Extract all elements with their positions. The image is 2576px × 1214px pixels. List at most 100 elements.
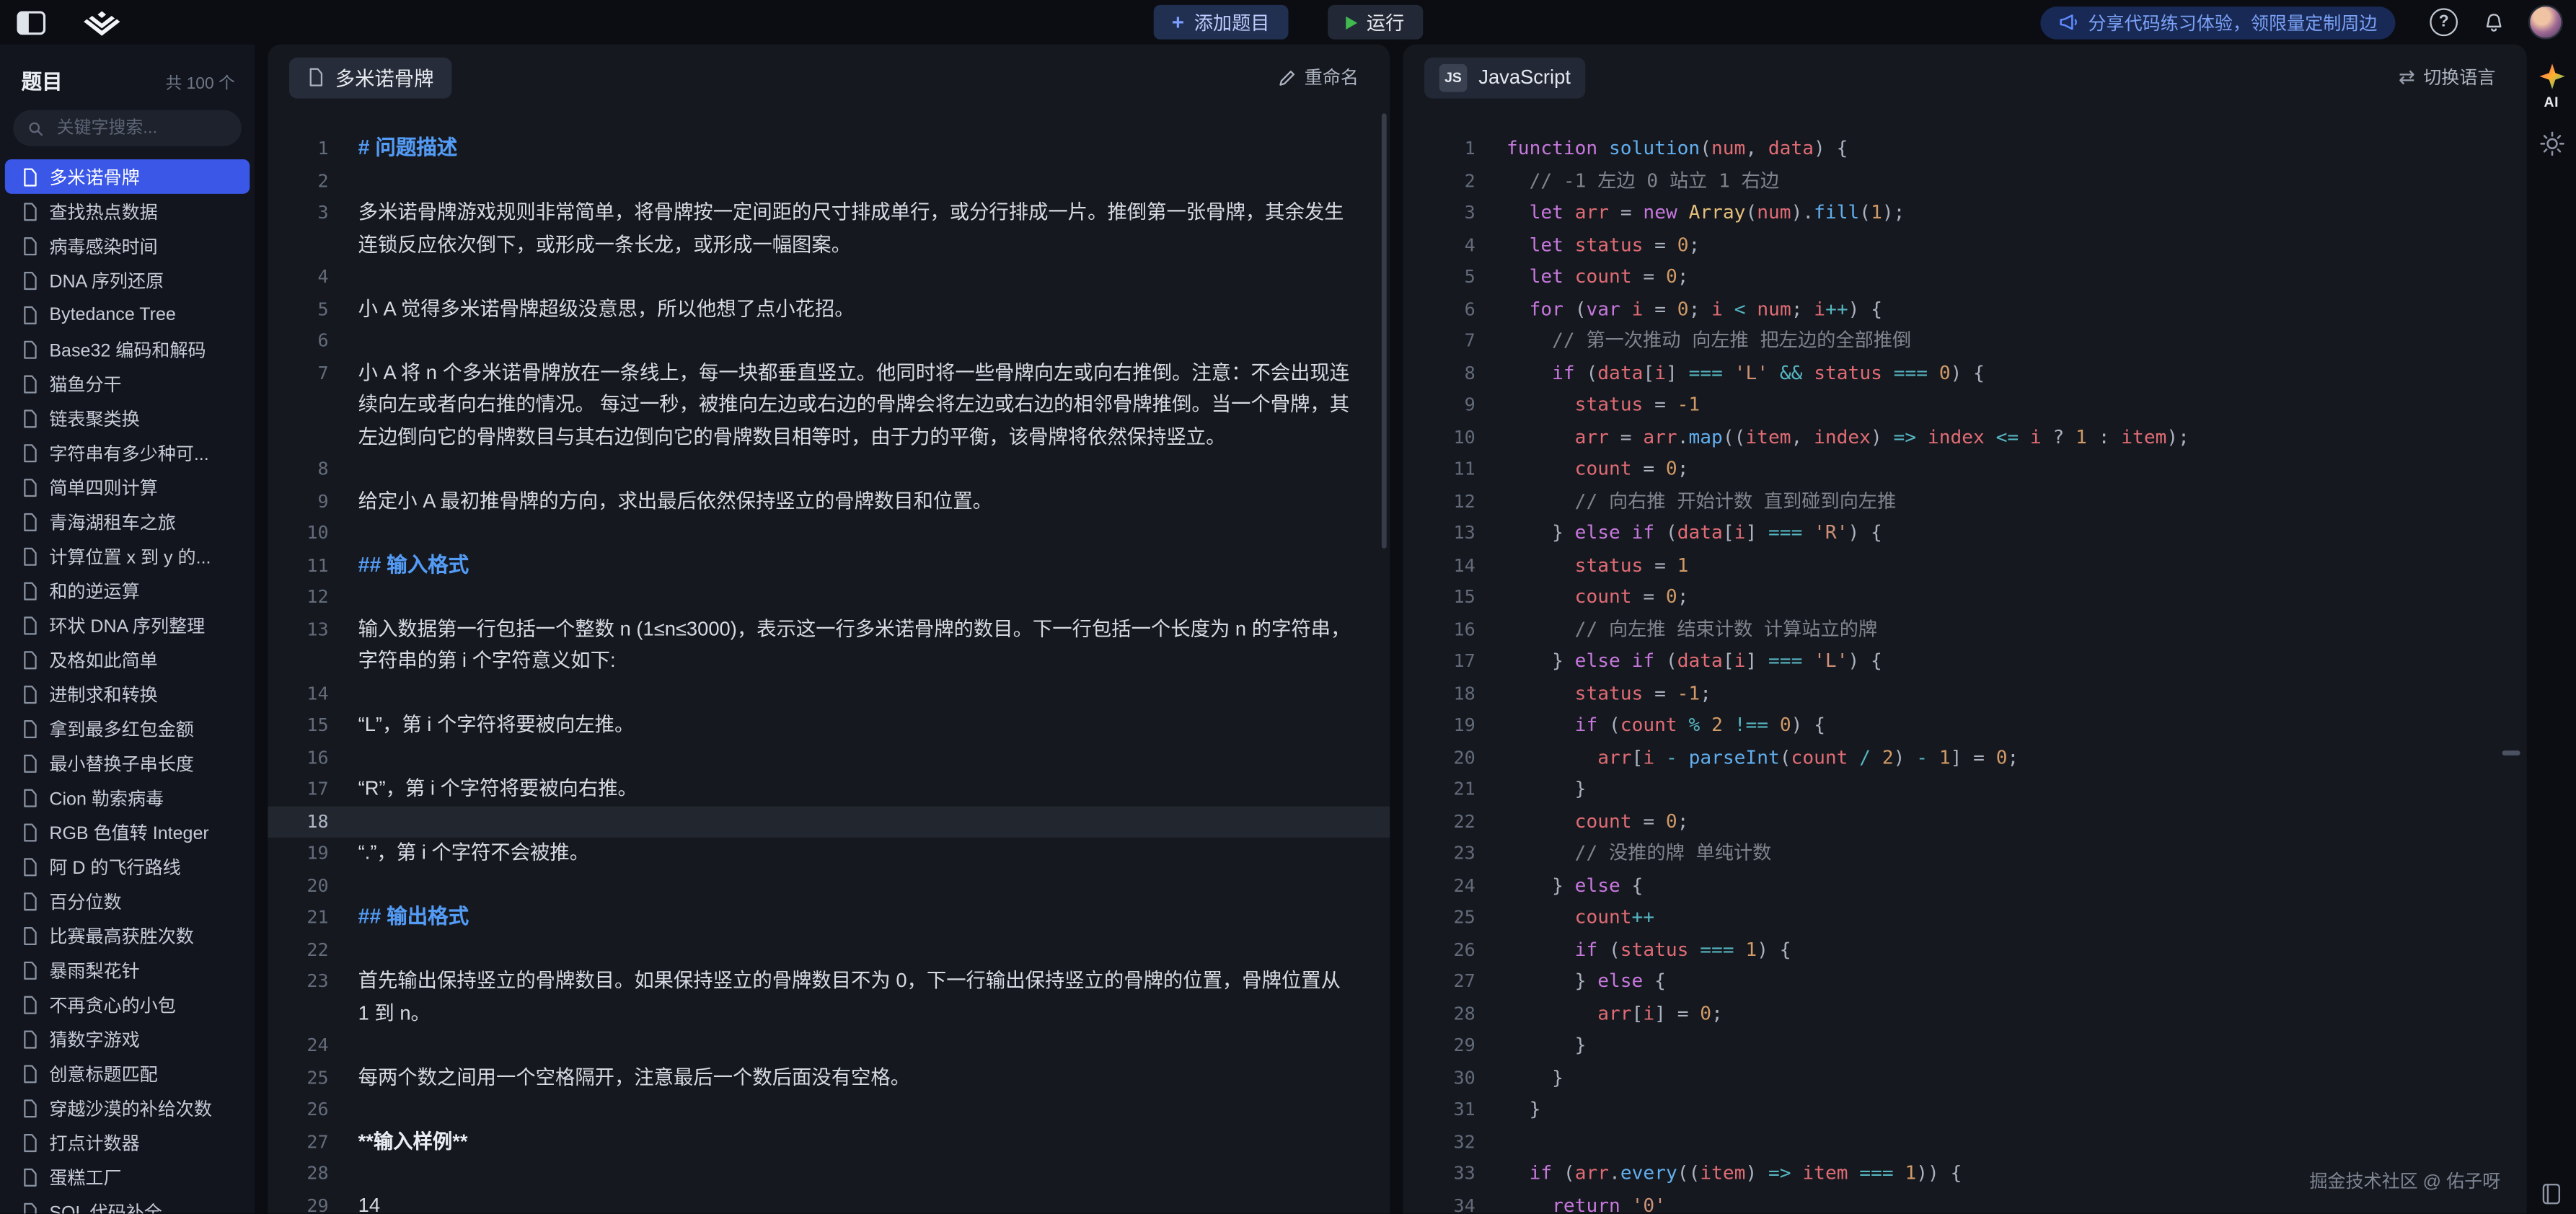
- sidebar-item[interactable]: 比赛最高获胜次数: [5, 918, 250, 952]
- code-row[interactable]: 22 count = 0;: [1403, 805, 2526, 837]
- description-row[interactable]: 12: [268, 581, 1390, 613]
- code-row[interactable]: 16 // 向左推 结束计数 计算站立的牌: [1403, 613, 2526, 645]
- sidebar-item[interactable]: 打点计数器: [5, 1125, 250, 1159]
- code-row[interactable]: 14 status = 1: [1403, 549, 2526, 581]
- sidebar-item[interactable]: 阿 D 的飞行路线: [5, 849, 250, 884]
- code-row[interactable]: 17 } else if (data[i] === 'L') {: [1403, 645, 2526, 677]
- description-row[interactable]: 25每两个数之间用一个空格隔开，注意最后一个数后面没有空格。: [268, 1062, 1390, 1094]
- sidebar-item[interactable]: 不再贪心的小包: [5, 987, 250, 1022]
- sidebar-item[interactable]: RGB 色值转 Integer: [5, 815, 250, 849]
- sidebar-item[interactable]: 蛋糕工厂: [5, 1159, 250, 1194]
- sidebar-item[interactable]: 计算位置 x 到 y 的...: [5, 539, 250, 573]
- sidebar-item[interactable]: 查找热点数据: [5, 194, 250, 229]
- sidebar-item[interactable]: Bytedance Tree: [5, 297, 250, 332]
- code-row[interactable]: 32: [1403, 1126, 2526, 1158]
- description-row[interactable]: 28: [268, 1158, 1390, 1189]
- sidebar-item[interactable]: 最小替换子串长度: [5, 745, 250, 780]
- code-row[interactable]: 6 for (var i = 0; i < num; i++) {: [1403, 293, 2526, 325]
- code-row[interactable]: 12 // 向右推 开始计数 直到碰到向左推: [1403, 485, 2526, 517]
- description-row[interactable]: 15“L”，第 i 个字符将要被向左推。: [268, 709, 1390, 741]
- code-row[interactable]: 25 count++: [1403, 902, 2526, 934]
- description-row[interactable]: 27**输入样例**: [268, 1126, 1390, 1158]
- sidebar-item[interactable]: 百分位数: [5, 884, 250, 918]
- description-row[interactable]: 22: [268, 934, 1390, 965]
- sidebar-item[interactable]: 拿到最多红包金额: [5, 711, 250, 745]
- code-row[interactable]: 10 arr = arr.map((item, index) => index …: [1403, 421, 2526, 453]
- code-editor[interactable]: 1function solution(num, data) {2 // -1 左…: [1403, 110, 2526, 1214]
- sidebar-item[interactable]: 及格如此简单: [5, 642, 250, 677]
- sidebar-item[interactable]: 猫鱼分干: [5, 366, 250, 401]
- code-row[interactable]: 11 count = 0;: [1403, 453, 2526, 485]
- sidebar-item[interactable]: 和的逆运算: [5, 573, 250, 608]
- code-row[interactable]: 1function solution(num, data) {: [1403, 133, 2526, 165]
- code-row[interactable]: 8 if (data[i] === 'L' && status === 0) {: [1403, 357, 2526, 389]
- code-row[interactable]: 18 status = -1;: [1403, 678, 2526, 709]
- sidebar-item[interactable]: 进制求和转换: [5, 677, 250, 712]
- description-row[interactable]: 24: [268, 1029, 1390, 1061]
- avatar[interactable]: [2528, 5, 2563, 40]
- code-row[interactable]: 30 }: [1403, 1062, 2526, 1094]
- description-row[interactable]: 2: [268, 165, 1390, 197]
- sidebar-item[interactable]: DNA 序列还原: [5, 262, 250, 297]
- description-row[interactable]: 16: [268, 742, 1390, 774]
- description-row[interactable]: 8: [268, 453, 1390, 485]
- description-row[interactable]: 26: [268, 1094, 1390, 1125]
- ai-assistant-button[interactable]: AI: [2538, 63, 2566, 110]
- add-problem-button[interactable]: + 添加题目: [1154, 5, 1288, 40]
- switch-language-button[interactable]: ⇄ 切换语言: [2388, 63, 2505, 92]
- description-row[interactable]: 19“.”，第 i 个字符不会被推。: [268, 838, 1390, 869]
- sidebar-item[interactable]: 简单四则计算: [5, 470, 250, 505]
- description-row[interactable]: 10: [268, 518, 1390, 549]
- code-row[interactable]: 31 }: [1403, 1094, 2526, 1125]
- sidebar-item[interactable]: 猜数字游戏: [5, 1022, 250, 1056]
- code-row[interactable]: 24 } else {: [1403, 869, 2526, 901]
- run-button[interactable]: 运行: [1327, 5, 1422, 40]
- scrollbar-thumb-vertical[interactable]: [1382, 113, 1387, 549]
- code-row[interactable]: 4 let status = 0;: [1403, 229, 2526, 261]
- scrollbar-thumb[interactable]: [2502, 750, 2520, 756]
- language-tab[interactable]: JS JavaScript: [1424, 57, 1585, 98]
- description-row[interactable]: 1# 问题描述: [268, 133, 1390, 165]
- sidebar-item[interactable]: 病毒感染时间: [5, 229, 250, 263]
- code-row[interactable]: 28 arr[i] = 0;: [1403, 998, 2526, 1029]
- sidebar-item[interactable]: 多米诺骨牌: [5, 159, 250, 194]
- description-row[interactable]: 11## 输入格式: [268, 549, 1390, 581]
- description-row[interactable]: 7小 A 将 n 个多米诺骨牌放在一条线上，每一块都垂直竖立。他同时将一些骨牌向…: [268, 357, 1390, 453]
- description-row[interactable]: 23首先输出保持竖立的骨牌数目。如果保持竖立的骨牌数目不为 0，下一行输出保持竖…: [268, 966, 1390, 1030]
- sidebar-item[interactable]: SQL 代码补全: [5, 1194, 250, 1214]
- description-editor[interactable]: 1# 问题描述23多米诺骨牌游戏规则非常简单，将骨牌按一定间距的尺寸排成单行，或…: [268, 110, 1390, 1214]
- code-row[interactable]: 27 } else {: [1403, 966, 2526, 998]
- sidebar-item[interactable]: 环状 DNA 序列整理: [5, 608, 250, 642]
- problem-tab[interactable]: 多米诺骨牌: [289, 57, 452, 98]
- code-row[interactable]: 21 }: [1403, 774, 2526, 805]
- code-row[interactable]: 23 // 没推的牌 单纯计数: [1403, 838, 2526, 869]
- code-row[interactable]: 9 status = -1: [1403, 389, 2526, 421]
- code-row[interactable]: 13 } else if (data[i] === 'R') {: [1403, 518, 2526, 549]
- help-button[interactable]: ?: [2430, 8, 2458, 36]
- description-row[interactable]: 4: [268, 261, 1390, 293]
- code-row[interactable]: 7 // 第一次推动 向左推 把左边的全部推倒: [1403, 325, 2526, 357]
- description-row[interactable]: 18: [268, 805, 1390, 837]
- sidebar-item[interactable]: 穿越沙漠的补给次数: [5, 1091, 250, 1125]
- rename-button[interactable]: 重命名: [1269, 63, 1369, 92]
- description-row[interactable]: 5小 A 觉得多米诺骨牌超级没意思，所以他想了点小花招。: [268, 293, 1390, 325]
- description-row[interactable]: 9给定小 A 最初推骨牌的方向，求出最后依然保持竖立的骨牌数目和位置。: [268, 485, 1390, 517]
- description-row[interactable]: 6: [268, 325, 1390, 357]
- code-row[interactable]: 20 arr[i - parseInt(count / 2) - 1] = 0;: [1403, 742, 2526, 774]
- notifications-button[interactable]: [2479, 8, 2507, 36]
- description-row[interactable]: 17“R”，第 i 个字符将要被向右推。: [268, 774, 1390, 805]
- promo-banner[interactable]: 分享代码练习体验，领限量定制周边: [2040, 6, 2395, 39]
- code-row[interactable]: 29 }: [1403, 1029, 2526, 1061]
- sidebar-item[interactable]: 字符串有多少种可...: [5, 435, 250, 470]
- sidebar-item[interactable]: Cion 勒索病毒: [5, 780, 250, 815]
- sidebar-item[interactable]: 链表聚类换: [5, 401, 250, 435]
- code-row[interactable]: 5 let count = 0;: [1403, 261, 2526, 293]
- sidebar-item[interactable]: 创意标题匹配: [5, 1056, 250, 1091]
- sidebar-item[interactable]: 暴雨梨花针: [5, 952, 250, 987]
- sidebar-item[interactable]: 青海湖租车之旅: [5, 504, 250, 539]
- description-row[interactable]: 13输入数据第一行包括一个整数 n (1≤n≤3000)，表示这一行多米诺骨牌的…: [268, 613, 1390, 678]
- code-row[interactable]: 26 if (status === 1) {: [1403, 934, 2526, 965]
- description-row[interactable]: 3多米诺骨牌游戏规则非常简单，将骨牌按一定间距的尺寸排成单行，或分行排成一片。推…: [268, 197, 1390, 261]
- code-row[interactable]: 15 count = 0;: [1403, 581, 2526, 613]
- sidebar-item[interactable]: Base32 编码和解码: [5, 332, 250, 366]
